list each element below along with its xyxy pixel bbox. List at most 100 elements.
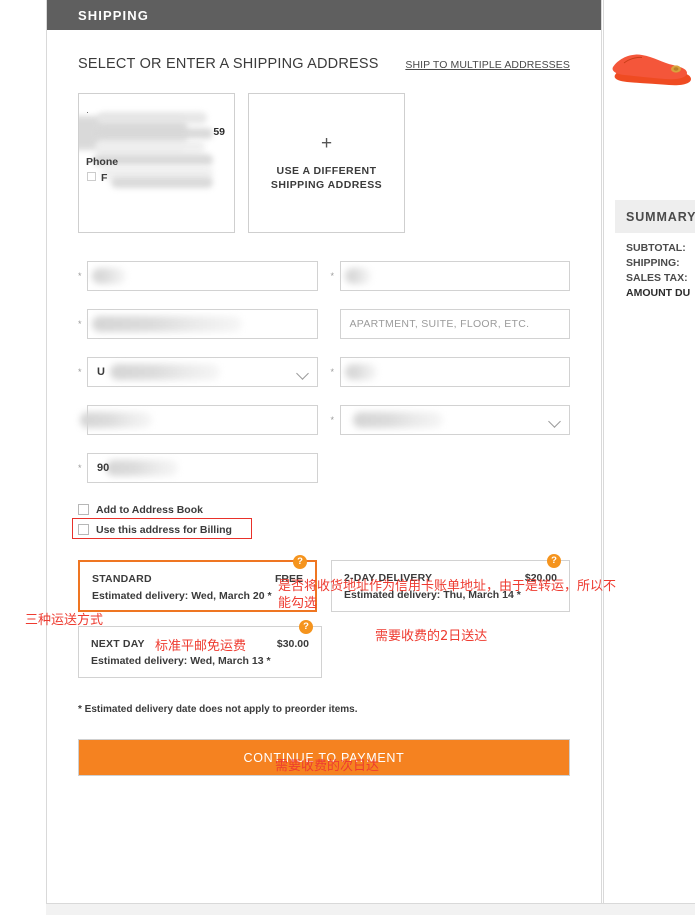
shipping-option-standard[interactable]: ? STANDARD FREE Estimated delivery: Wed,… bbox=[78, 555, 318, 612]
saved-address-phone-label: Phone bbox=[86, 156, 119, 168]
form-row-street: * * APARTMENT, SUITE, FLOOR, ETC. bbox=[78, 309, 570, 339]
shipping-option-price: FREE bbox=[275, 573, 304, 585]
order-summary-header: SUMMARY bbox=[615, 200, 695, 233]
saved-address-checkbox-label: F bbox=[101, 172, 108, 184]
shipping-option-header: STANDARD FREE bbox=[92, 573, 303, 585]
redacted-block bbox=[111, 177, 213, 188]
order-summary-rail: SUMMARY SUBTOTAL: SHIPPING: SALES TAX: A… bbox=[603, 0, 695, 903]
redacted-value bbox=[344, 364, 377, 380]
required-marker: * bbox=[78, 318, 82, 329]
redacted-value bbox=[106, 460, 178, 476]
order-summary-title: SUMMARY bbox=[626, 209, 695, 224]
postal-code-value: 90 bbox=[97, 462, 110, 474]
shipping-option-eta: Estimated delivery: Thu, March 14 * bbox=[344, 589, 521, 601]
use-different-address-label-line1: USE A DIFFERENT bbox=[276, 165, 377, 177]
city-input[interactable] bbox=[339, 357, 570, 387]
redacted-value bbox=[344, 268, 371, 284]
field-last-name: * bbox=[330, 261, 570, 291]
shipping-section-body: SELECT OR ENTER A SHIPPING ADDRESS SHIP … bbox=[47, 56, 601, 776]
shipping-option-name: STANDARD bbox=[92, 573, 152, 585]
use-for-billing-checkbox[interactable] bbox=[78, 524, 89, 535]
required-marker: * bbox=[78, 366, 82, 377]
shipping-section-header: SHIPPING bbox=[47, 0, 601, 30]
question-mark-icon[interactable]: ? bbox=[547, 554, 561, 568]
shipping-option-name: NEXT DAY bbox=[91, 638, 145, 650]
required-marker: * bbox=[330, 414, 335, 425]
last-name-input[interactable] bbox=[339, 261, 570, 291]
redacted-value bbox=[352, 412, 443, 428]
select-address-heading: SELECT OR ENTER A SHIPPING ADDRESS bbox=[78, 56, 379, 72]
saved-address-suffix: 59 bbox=[213, 126, 225, 138]
form-row-company-state: * * bbox=[78, 405, 570, 435]
saved-address-default-checkbox[interactable] bbox=[87, 172, 96, 181]
summary-row-shipping: SHIPPING: bbox=[626, 257, 680, 269]
required-marker: * bbox=[330, 270, 335, 281]
field-postal-spacer bbox=[331, 453, 571, 483]
subhead-row: SELECT OR ENTER A SHIPPING ADDRESS SHIP … bbox=[78, 56, 570, 72]
saved-address-card[interactable]: · 59 Phone F bbox=[78, 93, 235, 233]
field-address-line-2: * APARTMENT, SUITE, FLOOR, ETC. bbox=[331, 309, 570, 339]
company-input[interactable] bbox=[80, 405, 318, 435]
order-summary-rows: SUBTOTAL: SHIPPING: SALES TAX: AMOUNT DU bbox=[615, 233, 695, 301]
address-dot: · bbox=[86, 107, 89, 117]
add-to-address-book-row[interactable]: Add to Address Book bbox=[78, 501, 570, 518]
redacted-value bbox=[80, 412, 152, 428]
shipping-option-2-day[interactable]: ? 2-DAY DELIVERY $20.00 Estimated delive… bbox=[331, 554, 570, 612]
postal-code-input[interactable]: 90 bbox=[87, 453, 318, 483]
redacted-block bbox=[97, 128, 213, 139]
add-to-address-book-checkbox[interactable] bbox=[78, 504, 89, 515]
address-line-1-input[interactable] bbox=[87, 309, 318, 339]
page-bottom-strip bbox=[46, 903, 695, 915]
page-left-gutter bbox=[0, 0, 46, 915]
field-state: * bbox=[330, 405, 570, 435]
rail-divider bbox=[603, 0, 604, 903]
shipping-method-row-2: ? NEXT DAY $30.00 Estimated delivery: We… bbox=[78, 620, 570, 678]
field-city: * bbox=[330, 357, 570, 387]
chevron-down-icon bbox=[548, 415, 561, 428]
address-line-2-input[interactable]: APARTMENT, SUITE, FLOOR, ETC. bbox=[339, 309, 570, 339]
summary-row-sales-tax: SALES TAX: bbox=[626, 272, 688, 284]
redacted-value bbox=[92, 316, 242, 332]
checkout-page: SHIPPING SELECT OR ENTER A SHIPPING ADDR… bbox=[0, 0, 695, 915]
first-name-input[interactable] bbox=[87, 261, 318, 291]
state-select[interactable] bbox=[339, 405, 570, 435]
shipping-option-name: 2-DAY DELIVERY bbox=[344, 572, 433, 584]
shipping-option-header: NEXT DAY $30.00 bbox=[91, 638, 309, 650]
required-marker: * bbox=[330, 366, 335, 377]
use-different-address-card[interactable]: + USE A DIFFERENT SHIPPING ADDRESS bbox=[248, 93, 405, 233]
address-line-2-placeholder: APARTMENT, SUITE, FLOOR, ETC. bbox=[349, 318, 530, 330]
field-address-line-1: * bbox=[78, 309, 318, 339]
shipping-option-eta: Estimated delivery: Wed, March 13 * bbox=[91, 655, 271, 667]
form-row-country-city: * U * bbox=[78, 357, 570, 387]
form-row-name: * * bbox=[78, 261, 570, 291]
redacted-block bbox=[95, 140, 205, 154]
continue-to-payment-button[interactable]: CONTINUE TO PAYMENT bbox=[78, 739, 570, 776]
summary-row-subtotal: SUBTOTAL: bbox=[626, 242, 686, 254]
redacted-block bbox=[97, 112, 207, 124]
product-thumbnail[interactable] bbox=[611, 45, 695, 105]
ship-to-multiple-addresses-link[interactable]: SHIP TO MULTIPLE ADDRESSES bbox=[405, 59, 570, 71]
shipping-option-price: $20.00 bbox=[524, 572, 557, 584]
continue-to-payment-label: CONTINUE TO PAYMENT bbox=[243, 750, 405, 765]
country-partial-value: U bbox=[97, 366, 105, 378]
add-to-address-book-label: Add to Address Book bbox=[96, 503, 203, 516]
shipping-option-next-day[interactable]: ? NEXT DAY $30.00 Estimated delivery: We… bbox=[78, 620, 322, 678]
preorder-footnote: * Estimated delivery date does not apply… bbox=[78, 704, 358, 715]
redacted-value bbox=[110, 364, 220, 380]
shipping-method-list: ? STANDARD FREE Estimated delivery: Wed,… bbox=[78, 554, 570, 678]
field-country: * U bbox=[78, 357, 318, 387]
shipping-option-eta: Estimated delivery: Wed, March 20 * bbox=[92, 590, 272, 602]
redacted-value bbox=[92, 268, 126, 284]
shipping-address-form: * * * APARTMENT, SUITE, FLOOR, ETC. * U … bbox=[78, 261, 570, 483]
shipping-section-title: SHIPPING bbox=[78, 7, 149, 23]
order-summary-box: SUMMARY SUBTOTAL: SHIPPING: SALES TAX: A… bbox=[615, 200, 695, 301]
use-for-billing-label: Use this address for Billing bbox=[96, 523, 232, 536]
country-select[interactable]: U bbox=[87, 357, 318, 387]
question-mark-icon[interactable]: ? bbox=[293, 555, 308, 569]
address-card-list: · 59 Phone F + USE A DIFFERENT SHIPPING … bbox=[78, 93, 570, 233]
shipping-option-price: $30.00 bbox=[276, 638, 309, 650]
shipping-method-row-1: ? STANDARD FREE Estimated delivery: Wed,… bbox=[78, 554, 570, 612]
question-mark-icon[interactable]: ? bbox=[299, 620, 313, 634]
use-for-billing-row[interactable]: Use this address for Billing bbox=[72, 518, 570, 539]
shipping-section: SHIPPING SELECT OR ENTER A SHIPPING ADDR… bbox=[46, 0, 602, 903]
